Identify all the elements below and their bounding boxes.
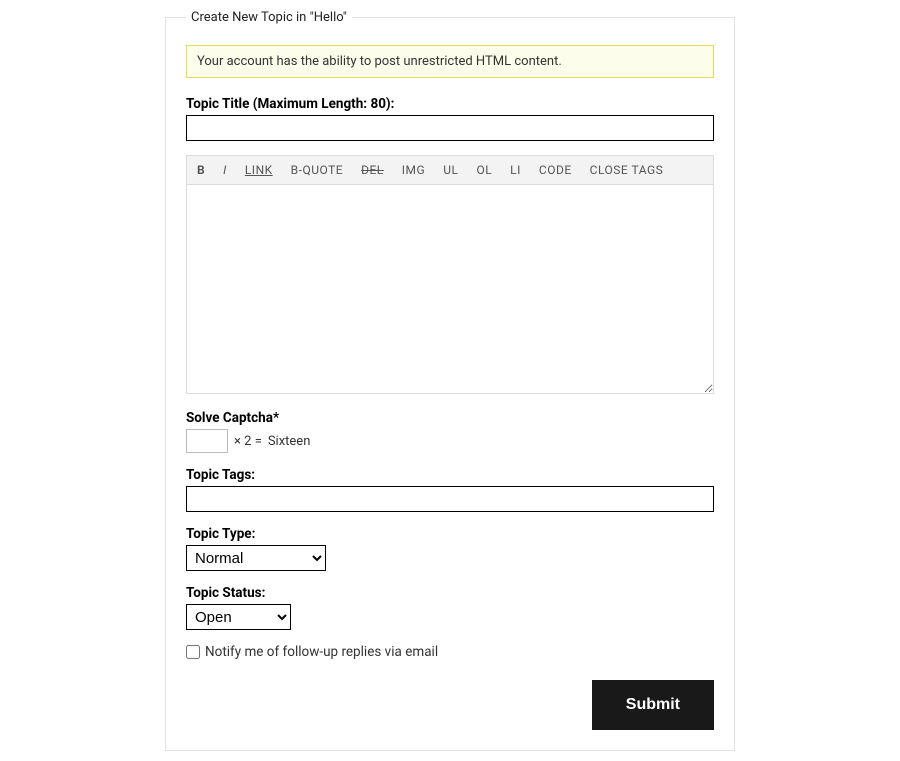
captcha-expression-prefix: × 2 =	[234, 434, 262, 449]
toolbar-close-tags-button[interactable]: CLOSE TAGS	[590, 163, 664, 177]
topic-title-label: Topic Title (Maximum Length: 80):	[186, 96, 714, 112]
fieldset-legend: Create New Topic in "Hello"	[186, 10, 352, 25]
captcha-label: Solve Captcha*	[186, 410, 714, 426]
toolbar-ol-button[interactable]: OL	[476, 163, 492, 177]
topic-tags-label: Topic Tags:	[186, 467, 714, 483]
toolbar-img-button[interactable]: IMG	[402, 163, 425, 177]
toolbar-del-button[interactable]: DEL	[361, 163, 384, 177]
toolbar-bquote-button[interactable]: B-QUOTE	[291, 163, 343, 177]
topic-tags-input[interactable]	[186, 486, 714, 512]
topic-content-editor[interactable]	[186, 184, 714, 394]
create-topic-fieldset: Create New Topic in "Hello" Your account…	[165, 10, 735, 751]
topic-type-label: Topic Type:	[186, 526, 714, 542]
notify-checkbox[interactable]	[186, 645, 200, 659]
captcha-input[interactable]	[186, 429, 228, 453]
toolbar-li-button[interactable]: LI	[510, 163, 521, 177]
topic-status-label: Topic Status:	[186, 585, 714, 601]
toolbar-link-button[interactable]: LINK	[245, 163, 273, 177]
toolbar-bold-button[interactable]: B	[197, 163, 205, 177]
toolbar-code-button[interactable]: CODE	[539, 163, 572, 177]
notify-label: Notify me of follow-up replies via email	[205, 644, 438, 660]
editor-toolbar: B I LINK B-QUOTE DEL IMG UL OL LI CODE C…	[186, 155, 714, 184]
topic-title-input[interactable]	[186, 115, 714, 141]
html-notice: Your account has the ability to post unr…	[186, 45, 714, 78]
captcha-expression-answer: Sixteen	[268, 434, 311, 449]
toolbar-ul-button[interactable]: UL	[443, 163, 458, 177]
toolbar-italic-button[interactable]: I	[223, 163, 227, 177]
topic-type-select[interactable]: Normal	[186, 545, 326, 571]
topic-status-select[interactable]: Open	[186, 604, 291, 630]
